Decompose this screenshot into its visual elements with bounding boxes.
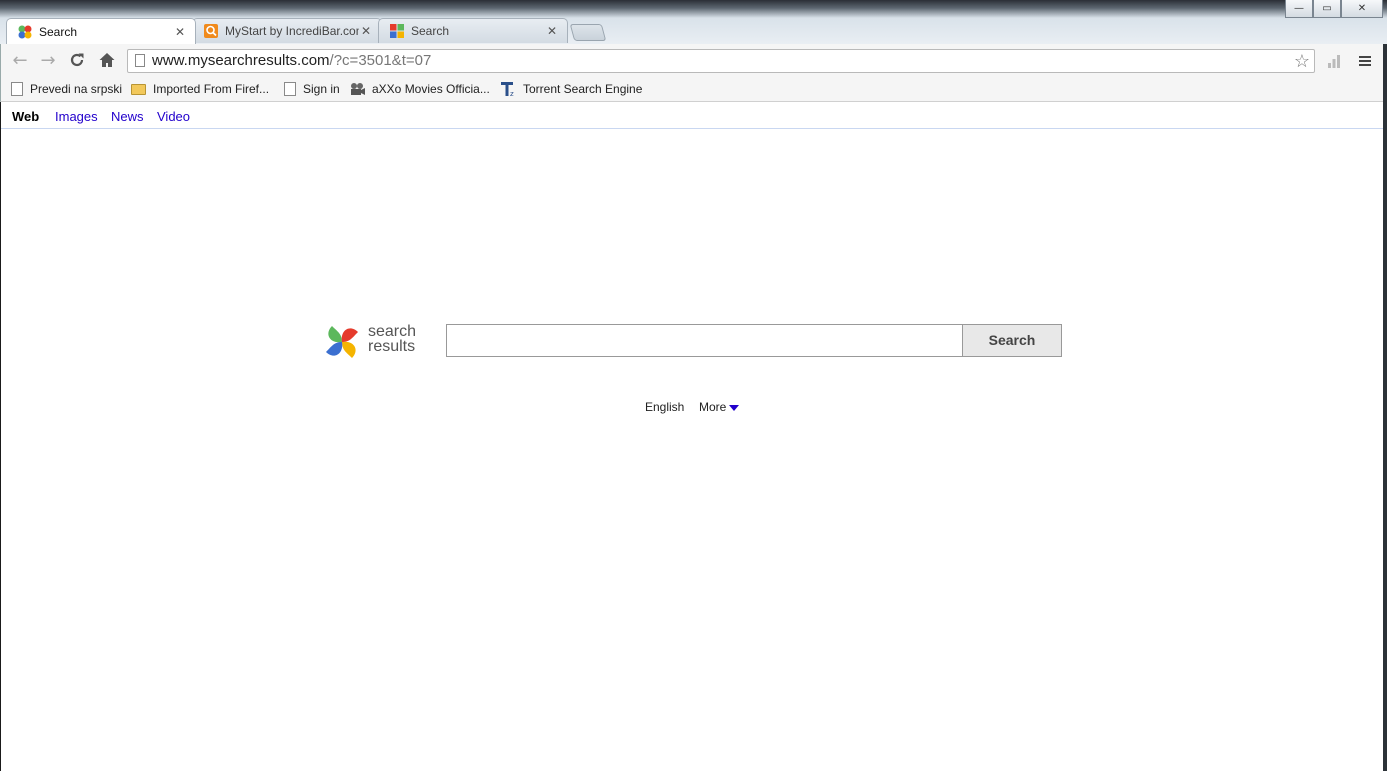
nav-video[interactable]: Video [157,109,190,124]
tab-search-2[interactable]: Search ✕ [378,18,568,43]
minimize-button[interactable]: — [1285,0,1313,18]
pinwheel-icon [18,25,32,38]
tab-search-active[interactable]: Search ✕ [6,18,196,44]
search-input[interactable] [446,324,964,357]
search-vertical-nav: Web Images News Video [1,102,1383,129]
close-tab-icon[interactable]: ✕ [173,25,187,39]
signal-bars-icon[interactable] [1327,53,1341,72]
window-right-edge [1383,44,1387,771]
url-path: /?c=3501&t=07 [329,52,432,69]
bookmark-axxo[interactable]: aXXo Movies Officia... [349,80,490,98]
page-content: Web Images News Video search results Sea… [1,102,1383,771]
windows-flag-icon [390,24,404,38]
bookmark-prevedi[interactable]: Prevedi na srpski [11,80,122,98]
bookmark-sign-in[interactable]: Sign in [284,80,340,98]
mystart-icon [204,24,218,38]
bookmark-label: Sign in [303,82,340,96]
dropdown-arrow-icon [729,404,740,411]
menu-icon[interactable] [1358,53,1372,72]
home-icon[interactable] [96,50,118,70]
logo-line-2: results [368,338,416,355]
bookmark-imported-folder[interactable]: Imported From Firef... [131,80,269,98]
page-icon [135,54,145,67]
nav-news[interactable]: News [111,109,144,124]
browser-window: — ▭ ✕ Search ✕ MyStart by IncrediBar.com… [0,0,1387,771]
tab-title: Search [411,24,450,38]
bookmark-label: aXXo Movies Officia... [372,82,490,96]
bookmark-star-icon[interactable]: ☆ [1294,51,1310,71]
folder-icon [131,83,146,95]
tab-strip: Search ✕ MyStart by IncrediBar.com ✕ Sea… [6,18,607,44]
torrentz-icon: z [501,82,514,97]
more-label: More [699,400,727,414]
search-button[interactable]: Search [962,324,1062,357]
bookmark-label: Torrent Search Engine [523,82,643,96]
bookmark-label: Prevedi na srpski [30,82,123,96]
logo-text: search results [368,323,417,355]
reload-icon[interactable] [66,50,88,70]
film-reel-icon [351,83,365,95]
close-tab-icon[interactable]: ✕ [359,24,373,38]
close-window-button[interactable]: ✕ [1341,0,1383,18]
back-arrow-icon[interactable]: ← [9,50,31,71]
page-icon [11,82,23,96]
more-dropdown[interactable]: More [699,400,740,414]
tab-title: MyStart by IncrediBar.com [225,24,359,38]
tab-mystart[interactable]: MyStart by IncrediBar.com ✕ [192,18,382,43]
navigation-toolbar: ← → www.mysearchresults.com/?c=3501&t=07… [0,44,1383,76]
search-results-logo-icon [326,326,358,358]
window-controls: — ▭ ✕ [1285,0,1383,18]
close-tab-icon[interactable]: ✕ [545,24,559,38]
nav-images[interactable]: Images [55,109,98,124]
page-icon [284,82,296,96]
bookmark-label: Imported From Firef... [153,82,270,96]
address-bar[interactable]: www.mysearchresults.com/?c=3501&t=07 ☆ [127,49,1315,73]
url-host: www.mysearchresults.com [152,52,330,69]
nav-web[interactable]: Web [12,109,39,124]
forward-arrow-icon[interactable]: → [37,50,59,71]
new-tab-button[interactable] [569,24,607,41]
language-link[interactable]: English [645,400,684,414]
logo-line-1: search [368,323,417,340]
bookmark-torrent[interactable]: z Torrent Search Engine [500,80,642,98]
svg-text:z: z [510,90,514,97]
bookmarks-bar: Prevedi na srpski Imported From Firef...… [0,76,1383,102]
title-bar: — ▭ ✕ Search ✕ MyStart by IncrediBar.com… [0,0,1387,44]
restore-button[interactable]: ▭ [1313,0,1341,18]
tab-title: Search [39,24,78,39]
